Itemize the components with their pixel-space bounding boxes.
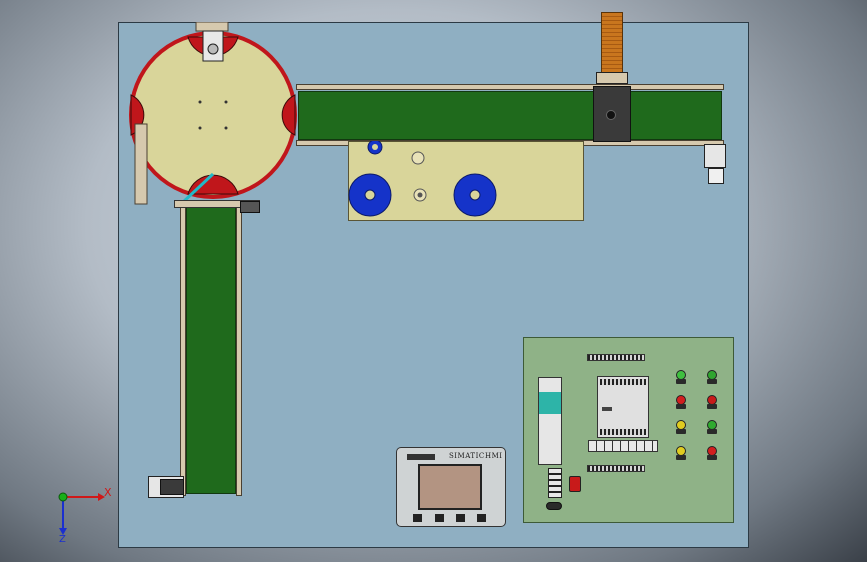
turntable-hole <box>224 100 228 104</box>
power-supply <box>538 377 562 465</box>
hmi-key-4[interactable] <box>477 514 486 522</box>
plc-status-led <box>602 407 612 411</box>
drive-roller-right-hub <box>469 189 481 201</box>
indicator-lamp[interactable] <box>676 446 686 460</box>
turntable-hole <box>224 126 228 130</box>
indicator-lamp[interactable] <box>707 395 717 409</box>
indicator-lamp[interactable] <box>707 420 717 434</box>
indicator-lamp[interactable] <box>707 446 717 460</box>
turntable-motor-shaft <box>207 43 219 55</box>
horizontal-conveyor-motor <box>704 144 726 168</box>
hmi-siemens-badge <box>407 454 435 460</box>
power-supply-label <box>539 392 561 414</box>
y-axis-marker <box>58 492 68 502</box>
horizontal-conveyor-rail-top <box>296 84 724 90</box>
photo-sensor <box>240 201 260 213</box>
idler-pulley-hub <box>372 144 378 150</box>
hmi-key-1[interactable] <box>413 514 422 522</box>
rotary-turntable <box>129 22 297 206</box>
drive-roller-left-hub <box>364 189 376 201</box>
vertical-conveyor-rail-right <box>236 200 242 496</box>
horizontal-conveyor-belt <box>298 91 722 140</box>
terminal-strip-top <box>587 354 645 361</box>
plc-io-strip-bottom <box>600 429 646 435</box>
hmi-key-3[interactable] <box>456 514 465 522</box>
indicator-lamp[interactable] <box>707 370 717 384</box>
turntable-side-guide <box>134 123 148 205</box>
turntable-hole <box>198 126 202 130</box>
tension-nut-upper <box>411 151 425 165</box>
circuit-breakers <box>548 468 562 498</box>
z-axis-label: Z <box>59 534 66 544</box>
terminal-strip-bottom <box>587 465 645 472</box>
relay-row <box>588 440 658 452</box>
indicator-lamp[interactable] <box>676 370 686 384</box>
hmi-key-2[interactable] <box>435 514 444 522</box>
drive-components <box>348 141 497 217</box>
hmi-brand-label: SIMATIC <box>449 452 485 460</box>
emergency-stop-button[interactable] <box>569 476 581 492</box>
pusher-block-bolt <box>606 110 616 120</box>
cylinder-mount <box>596 72 628 84</box>
hmi-panel: SIMATIC HMI <box>396 447 506 527</box>
turntable-mount-bracket <box>195 22 229 32</box>
vertical-conveyor-belt <box>186 204 236 494</box>
horizontal-conveyor-motor-end <box>708 168 724 184</box>
plc-controller <box>597 376 649 438</box>
tension-nut-lower-core <box>417 192 423 198</box>
turntable-hole <box>198 100 202 104</box>
vertical-conveyor-motor-body <box>160 479 184 495</box>
hmi-model-label: HMI <box>485 452 503 460</box>
hmi-screen[interactable] <box>418 464 482 510</box>
coordinate-triad: X Z <box>58 486 112 544</box>
panel-connector <box>546 502 562 510</box>
indicator-lamp[interactable] <box>676 395 686 409</box>
indicator-lamp[interactable] <box>676 420 686 434</box>
x-axis-label: X <box>104 486 112 499</box>
pneumatic-cylinder <box>601 12 623 74</box>
plc-io-strip-top <box>600 379 646 385</box>
